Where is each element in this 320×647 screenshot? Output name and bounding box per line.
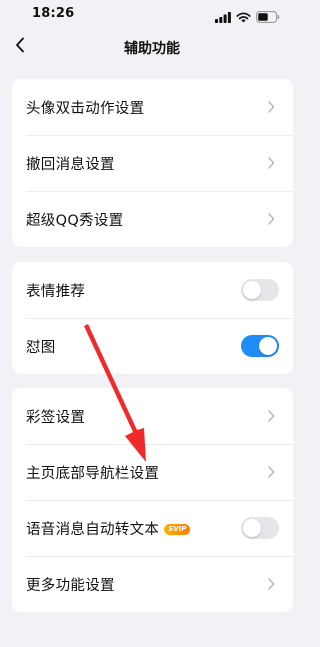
toggle-knob: [259, 337, 277, 355]
chevron-right-icon: [268, 213, 275, 225]
list-item-label: 语音消息自动转文本 SVIP: [26, 518, 191, 539]
nav-bar: 辅助功能: [0, 30, 304, 64]
list-item-emoji-recommend: 表情推荐: [12, 262, 293, 318]
chevron-right-icon: [268, 578, 275, 590]
list-item-more-settings[interactable]: 更多功能设置: [12, 556, 293, 612]
settings-group-2: 表情推荐 怼图: [12, 262, 293, 374]
list-item-label: 头像双击动作设置: [26, 100, 145, 117]
list-item-color-tag[interactable]: 彩签设置: [12, 388, 293, 444]
settings-group-3: 彩签设置 主页底部导航栏设置 语音消息自动转文本 SVIP 更多功能设置: [12, 388, 293, 612]
page-title: 辅助功能: [124, 41, 180, 57]
list-item-label: 超级QQ秀设置: [26, 212, 124, 229]
status-bar: 18:26: [0, 0, 304, 30]
list-item-label: 表情推荐: [26, 283, 86, 300]
svip-badge: SVIP: [164, 524, 191, 535]
chevron-right-icon: [268, 157, 275, 169]
meme-reply-toggle[interactable]: [241, 335, 279, 357]
status-icons: [215, 8, 280, 27]
battery-icon: [256, 8, 280, 27]
chevron-right-icon: [268, 101, 275, 113]
wifi-icon: [236, 8, 251, 27]
toggle-knob: [243, 519, 261, 537]
toggle-knob: [243, 281, 261, 299]
list-item-recall-message[interactable]: 撤回消息设置: [12, 135, 293, 191]
chevron-right-icon: [268, 466, 275, 478]
list-item-label: 怼图: [26, 339, 56, 356]
list-item-home-bottom-nav[interactable]: 主页底部导航栏设置: [12, 444, 293, 500]
emoji-recommend-toggle[interactable]: [241, 279, 279, 301]
voice-to-text-label: 语音消息自动转文本: [26, 521, 160, 538]
list-item-super-qq-show[interactable]: 超级QQ秀设置: [12, 191, 293, 247]
list-item-label: 撤回消息设置: [26, 156, 115, 173]
voice-to-text-toggle[interactable]: [241, 517, 279, 539]
signal-icon: [215, 8, 231, 27]
list-item-label: 更多功能设置: [26, 577, 115, 594]
list-item-meme-reply: 怼图: [12, 318, 293, 374]
list-item-label: 彩签设置: [26, 409, 86, 426]
list-item-avatar-double-tap[interactable]: 头像双击动作设置: [12, 79, 293, 135]
status-time: 18:26: [32, 6, 75, 21]
list-item-voice-to-text: 语音消息自动转文本 SVIP: [12, 500, 293, 556]
settings-group-1: 头像双击动作设置 撤回消息设置 超级QQ秀设置: [12, 79, 293, 247]
list-item-label: 主页底部导航栏设置: [26, 465, 160, 482]
chevron-right-icon: [268, 410, 275, 422]
